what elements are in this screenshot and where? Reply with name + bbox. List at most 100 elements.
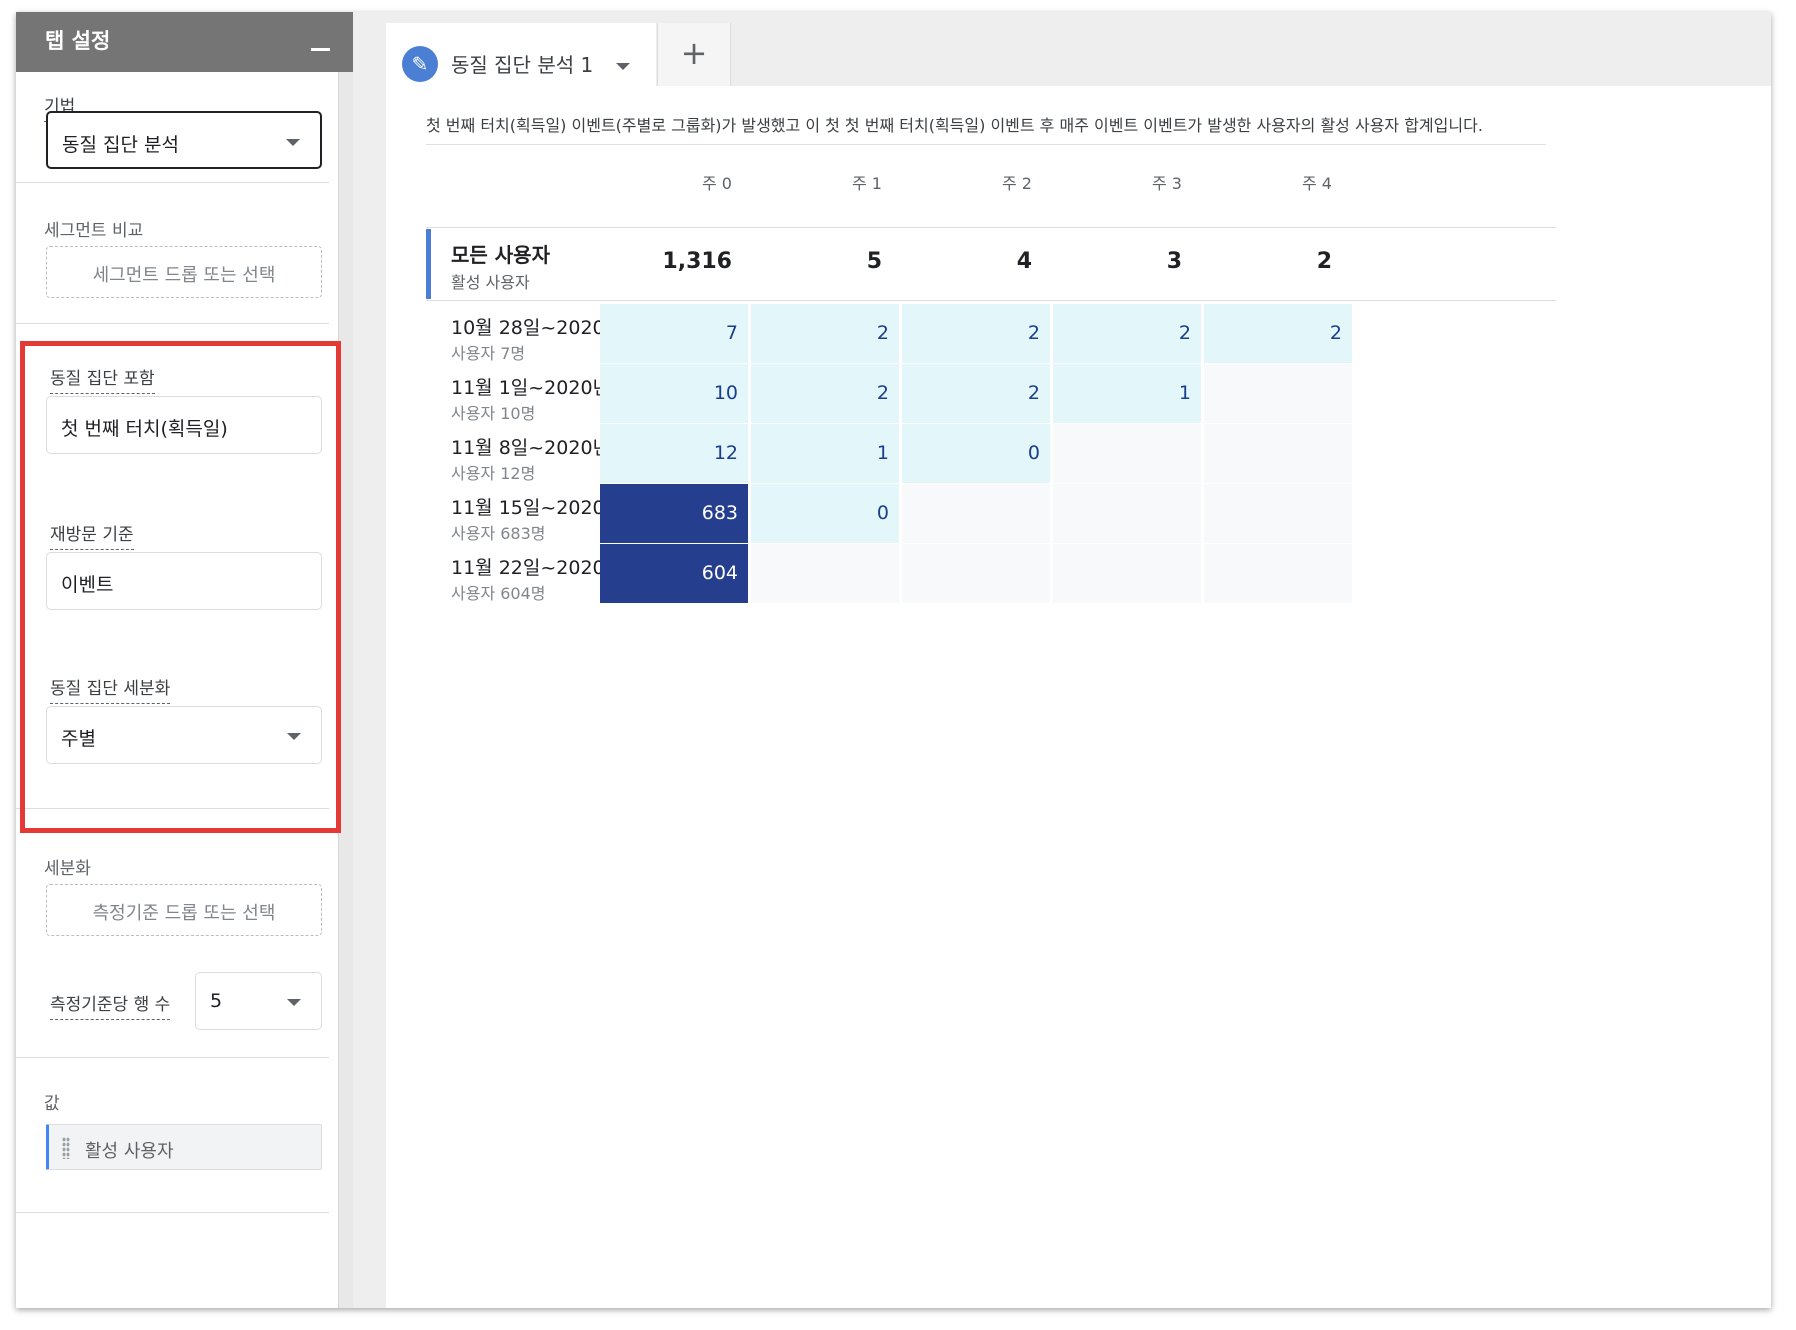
tab-settings-panel: 탭 설정 기법 동질 집단 분석 세그먼트 비교 세그먼트 드롭 또는 선택 동… bbox=[16, 12, 353, 1308]
cohort-row-users: 사용자 7명 bbox=[451, 344, 526, 363]
values-label: 값 bbox=[44, 1094, 60, 1114]
column-header-week-3: 주 3 bbox=[1152, 174, 1182, 193]
total-row-title: 모든 사용자 bbox=[451, 243, 550, 267]
chevron-down-icon bbox=[287, 999, 301, 1006]
cohort-cell[interactable] bbox=[1204, 424, 1352, 483]
highlight-box bbox=[20, 341, 341, 833]
panel-header: 탭 설정 bbox=[16, 12, 353, 72]
total-value-week-3: 3 bbox=[1166, 249, 1182, 274]
cohort-cell-value: 2 bbox=[876, 382, 889, 404]
cohort-row: 11월 8일~2020년 11... 사용자 12명 12 1 0 bbox=[426, 424, 1556, 483]
total-value-week-0: 1,316 bbox=[662, 249, 732, 274]
value-chip-label: 활성 사용자 bbox=[85, 1141, 174, 1162]
cohort-cell-value: 0 bbox=[1027, 442, 1040, 464]
cohort-cell-value: 2 bbox=[1027, 322, 1040, 344]
cohort-cell[interactable]: 12 bbox=[600, 424, 748, 483]
cohort-cell[interactable]: 2 bbox=[902, 304, 1050, 363]
cohort-cell[interactable]: 0 bbox=[902, 424, 1050, 483]
cohort-cell[interactable] bbox=[1053, 424, 1201, 483]
total-value-week-1: 5 bbox=[866, 249, 882, 274]
cohort-row-users: 사용자 12명 bbox=[451, 464, 536, 483]
total-row-accent bbox=[426, 229, 431, 299]
cohort-row-users: 사용자 604명 bbox=[451, 584, 546, 603]
cohort-row: 11월 1일~2020년 11... 사용자 10명 10 2 2 1 bbox=[426, 364, 1556, 423]
cohort-cell[interactable]: 2 bbox=[1204, 304, 1352, 363]
cohort-cell[interactable] bbox=[902, 544, 1050, 603]
divider bbox=[16, 182, 329, 183]
chevron-down-icon[interactable] bbox=[616, 63, 630, 70]
cohort-cell-value: 12 bbox=[713, 442, 738, 464]
cohort-cell[interactable]: 10 bbox=[600, 364, 748, 423]
technique-select[interactable]: 동질 집단 분석 bbox=[46, 111, 322, 169]
column-header-week-1: 주 1 bbox=[852, 174, 882, 193]
cohort-cell[interactable] bbox=[1053, 544, 1201, 603]
cohort-row-users: 사용자 10명 bbox=[451, 404, 536, 423]
column-header-week-4: 주 4 bbox=[1302, 174, 1332, 193]
add-tab-button[interactable]: + bbox=[657, 23, 731, 86]
total-value-week-2: 4 bbox=[1016, 249, 1032, 274]
total-row: 모든 사용자 활성 사용자 1,316 5 4 3 2 bbox=[426, 229, 1556, 299]
breakdown-dropzone-placeholder: 측정기준 드롭 또는 선택 bbox=[92, 903, 276, 924]
cohort-cell-value: 604 bbox=[701, 562, 738, 584]
cohort-cell[interactable]: 2 bbox=[1053, 304, 1201, 363]
cohort-cell[interactable] bbox=[1204, 544, 1352, 603]
technique-value: 동질 집단 분석 bbox=[62, 134, 179, 156]
cohort-cell[interactable] bbox=[1204, 364, 1352, 423]
total-row-subtitle: 활성 사용자 bbox=[451, 273, 530, 292]
divider bbox=[426, 227, 1556, 228]
segment-compare-label: 세그먼트 비교 bbox=[44, 221, 144, 241]
tab-label: 동질 집단 분석 1 bbox=[451, 53, 594, 77]
panel-gutter bbox=[353, 12, 386, 1308]
rows-per-dimension-label: 측정기준당 행 수 bbox=[50, 990, 171, 1020]
cohort-cell[interactable]: 1 bbox=[1053, 364, 1201, 423]
cohort-cell-value: 1 bbox=[1178, 382, 1191, 404]
cohort-cell[interactable] bbox=[902, 484, 1050, 543]
tab-bar: ✎ 동질 집단 분석 1 + bbox=[386, 12, 1771, 86]
panel-title: 탭 설정 bbox=[45, 29, 111, 53]
cohort-cell-value: 2 bbox=[1027, 382, 1040, 404]
cohort-cell[interactable]: 7 bbox=[600, 304, 748, 363]
report-description: 첫 번째 터치(획득일) 이벤트(주별로 그룹화)가 발생했고 이 첫 첫 번째… bbox=[426, 112, 1546, 145]
divider bbox=[426, 300, 1556, 301]
cohort-cell[interactable] bbox=[1204, 484, 1352, 543]
collapse-icon[interactable] bbox=[311, 48, 330, 51]
divider bbox=[16, 1057, 329, 1058]
cohort-cell-value: 683 bbox=[701, 502, 738, 524]
cohort-row: 11월 15일~2020년 1... 사용자 683명 683 0 bbox=[426, 484, 1556, 543]
divider bbox=[16, 1212, 329, 1213]
cohort-cell[interactable]: 683 bbox=[600, 484, 748, 543]
rows-per-dimension-select[interactable]: 5 bbox=[195, 972, 322, 1030]
breakdown-label: 세분화 bbox=[44, 859, 91, 879]
column-header-week-2: 주 2 bbox=[1002, 174, 1032, 193]
pencil-icon[interactable]: ✎ bbox=[402, 46, 438, 82]
cohort-cell[interactable]: 2 bbox=[751, 364, 899, 423]
drag-handle-icon[interactable] bbox=[62, 1137, 70, 1159]
report-canvas: ✎ 동질 집단 분석 1 + 첫 번째 터치(획득일) 이벤트(주별로 그룹화)… bbox=[386, 12, 1771, 1308]
segment-dropzone-placeholder: 세그먼트 드롭 또는 선택 bbox=[92, 265, 276, 286]
chevron-down-icon bbox=[286, 139, 300, 146]
cohort-cell[interactable]: 604 bbox=[600, 544, 748, 603]
cohort-cell-value: 2 bbox=[876, 322, 889, 344]
cohort-cell[interactable]: 2 bbox=[902, 364, 1050, 423]
cohort-cell[interactable]: 0 bbox=[751, 484, 899, 543]
cohort-cell-value: 1 bbox=[876, 442, 889, 464]
segment-dropzone[interactable]: 세그먼트 드롭 또는 선택 bbox=[46, 246, 322, 298]
cohort-row-users: 사용자 683명 bbox=[451, 524, 546, 543]
cohort-cell[interactable] bbox=[751, 544, 899, 603]
breakdown-dropzone[interactable]: 측정기준 드롭 또는 선택 bbox=[46, 884, 322, 936]
cohort-cell[interactable]: 2 bbox=[751, 304, 899, 363]
cohort-cell[interactable] bbox=[1053, 484, 1201, 543]
app-window: 탭 설정 기법 동질 집단 분석 세그먼트 비교 세그먼트 드롭 또는 선택 동… bbox=[16, 12, 1771, 1308]
cohort-cell[interactable]: 1 bbox=[751, 424, 899, 483]
cohort-cell-value: 10 bbox=[713, 382, 738, 404]
cohort-row: 10월 28일~2020년 1... 사용자 7명 7 2 2 2 2 bbox=[426, 304, 1556, 363]
cohort-cell-value: 7 bbox=[725, 322, 738, 344]
tab-cohort-analysis-1[interactable]: ✎ 동질 집단 분석 1 bbox=[386, 23, 656, 86]
divider bbox=[16, 323, 329, 324]
value-chip[interactable]: 활성 사용자 bbox=[46, 1124, 322, 1170]
column-header-week-0: 주 0 bbox=[702, 174, 732, 193]
cohort-cell-value: 2 bbox=[1178, 322, 1191, 344]
cohort-row: 11월 22일~2020년 1... 사용자 604명 604 bbox=[426, 544, 1556, 603]
cohort-cell-value: 0 bbox=[876, 502, 889, 524]
rows-per-dimension-value: 5 bbox=[210, 990, 223, 1012]
